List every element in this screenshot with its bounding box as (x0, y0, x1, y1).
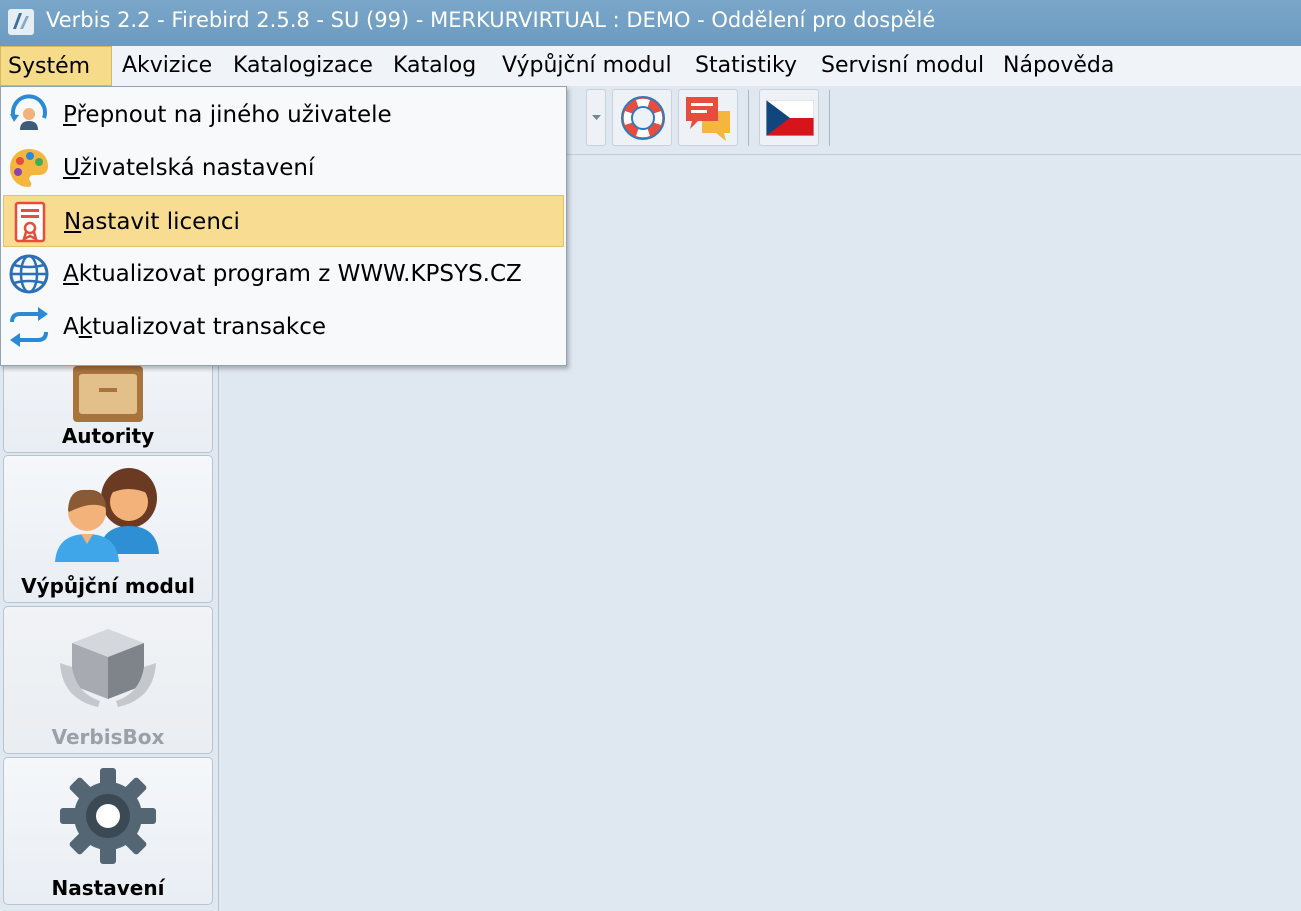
menu-servisni-modul[interactable]: Servisní modul (814, 46, 991, 86)
palette-icon (10, 149, 48, 187)
module-verbisbox-button[interactable]: VerbisBox (3, 606, 213, 754)
menu-item-label-part: A (63, 314, 79, 340)
menu-katalog[interactable]: Katalog (386, 46, 483, 86)
menu-statistiky[interactable]: Statistiky (688, 46, 804, 86)
menu-bar: Systém Akvizice Katalogizace Katalog Výp… (0, 46, 1301, 87)
menu-item-label: živatelská nastavení (79, 155, 315, 181)
sync-arrows-icon (10, 307, 48, 347)
box-hands-icon (60, 629, 156, 707)
language-button[interactable] (759, 89, 819, 146)
app-logo-icon (8, 9, 34, 35)
globe-icon (9, 254, 49, 294)
module-vypujcni-button[interactable]: Výpůjční modul (3, 455, 213, 603)
menu-akvizice[interactable]: Akvizice (115, 46, 219, 86)
gear-icon (60, 768, 156, 864)
toolbar-dropdown-button[interactable] (586, 89, 606, 146)
menu-vypujcni-modul[interactable]: Výpůjční modul (495, 46, 679, 86)
menu-item-label: astavit licenci (81, 209, 240, 235)
accelerator-key: U (63, 155, 80, 181)
menu-item-label: ktualizovat program z WWW.KPSYS.CZ (78, 261, 522, 287)
menu-katalogizace[interactable]: Katalogizace (226, 46, 380, 86)
menu-item-label: řepnout na jiného uživatele (76, 102, 392, 128)
help-button[interactable] (612, 89, 672, 146)
accelerator-key: k (78, 314, 93, 340)
dropdown-arrow-icon (592, 115, 601, 120)
messages-button[interactable] (678, 89, 738, 146)
system-dropdown-menu: Přepnout na jiného uživatele Uživatelská… (0, 86, 567, 366)
menu-item-update-program[interactable]: Aktualizovat program z WWW.KPSYS.CZ (3, 248, 564, 300)
module-nastaveni-button[interactable]: Nastavení (3, 757, 213, 905)
menu-item-update-transactions[interactable]: Aktualizovat transakce (3, 301, 564, 353)
czech-flag-icon (766, 100, 814, 136)
cabinet-icon (73, 366, 143, 422)
module-label: Autority (61, 424, 155, 448)
chat-bubbles-icon (686, 97, 730, 141)
module-label: VerbisBox (51, 725, 165, 749)
lifebuoy-help-icon (621, 96, 665, 140)
accelerator-key: N (64, 209, 82, 235)
switch-user-icon (10, 94, 47, 130)
menu-napoveda[interactable]: Nápověda (996, 46, 1121, 86)
module-label: Nastavení (51, 876, 165, 900)
menu-system[interactable]: Systém (0, 46, 112, 86)
license-certificate-icon (14, 201, 46, 243)
window-title: Verbis 2.2 - Firebird 2.5.8 - SU (99) - … (46, 8, 936, 32)
menu-item-user-settings[interactable]: Uživatelská nastavení (3, 142, 564, 194)
toolbar-separator (829, 90, 830, 146)
menu-item-set-license[interactable]: Nastavit licenci (3, 195, 564, 247)
menu-item-switch-user[interactable]: Přepnout na jiného uživatele (3, 89, 564, 141)
users-icon (55, 468, 159, 562)
menu-item-label-part: tualizovat transakce (92, 314, 327, 340)
accelerator-key: P (63, 102, 77, 128)
toolbar-separator (748, 90, 749, 146)
module-label: Výpůjční modul (21, 574, 195, 598)
title-bar: Verbis 2.2 - Firebird 2.5.8 - SU (99) - … (0, 0, 1301, 46)
accelerator-key: A (63, 261, 79, 287)
